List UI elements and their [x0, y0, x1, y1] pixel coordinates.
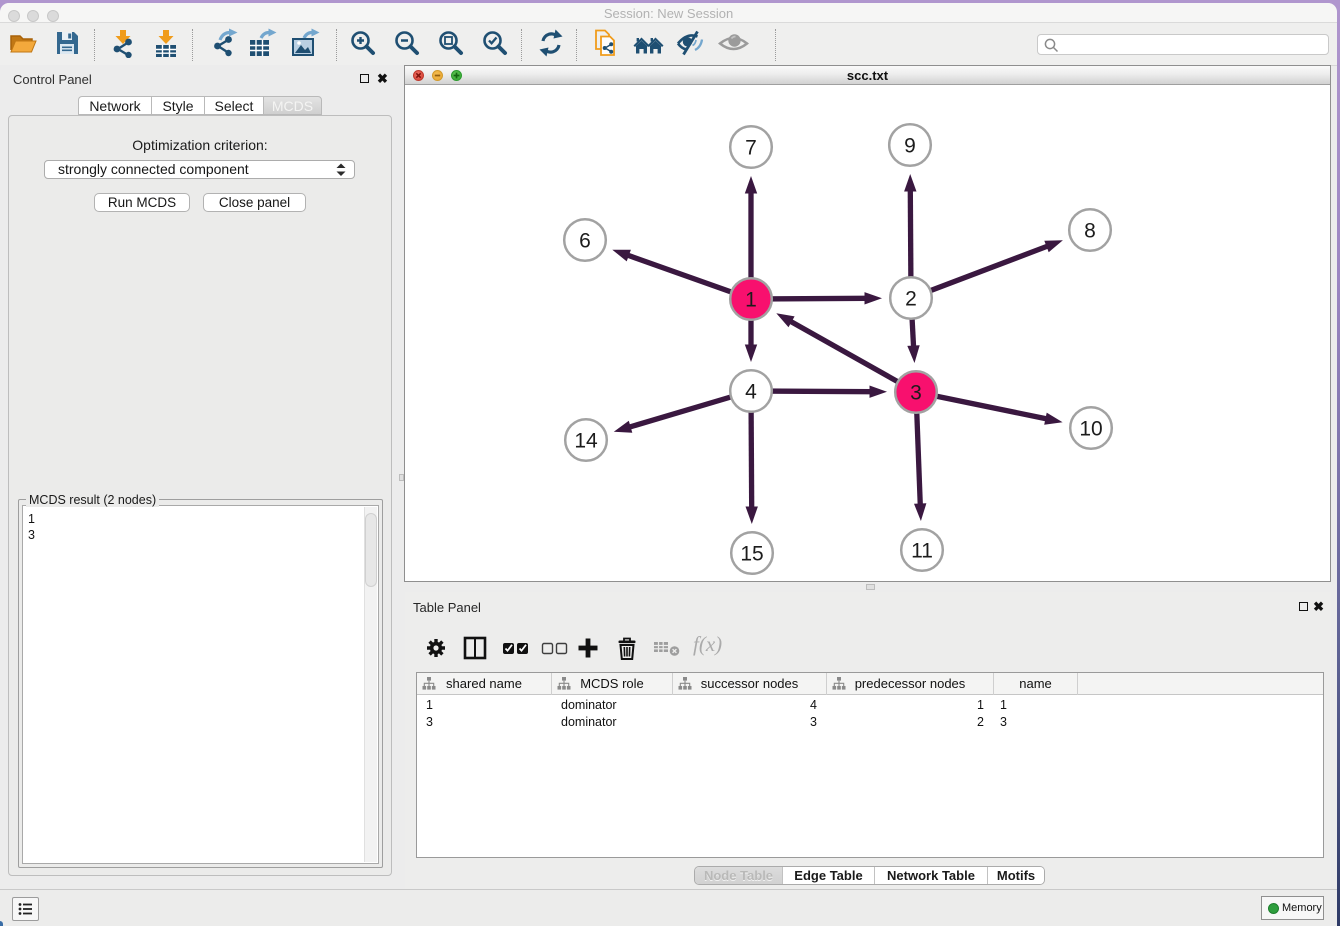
svg-text:6: 6 — [579, 229, 591, 252]
svg-text:7: 7 — [745, 136, 757, 159]
svg-text:1: 1 — [745, 288, 757, 311]
svg-text:8: 8 — [1084, 219, 1096, 242]
svg-text:14: 14 — [574, 429, 598, 452]
svg-text:15: 15 — [740, 542, 763, 565]
svg-text:4: 4 — [745, 380, 757, 403]
svg-text:11: 11 — [911, 539, 933, 562]
svg-text:10: 10 — [1079, 417, 1102, 440]
svg-text:9: 9 — [904, 134, 916, 157]
svg-text:3: 3 — [910, 381, 922, 404]
svg-text:2: 2 — [905, 287, 917, 310]
